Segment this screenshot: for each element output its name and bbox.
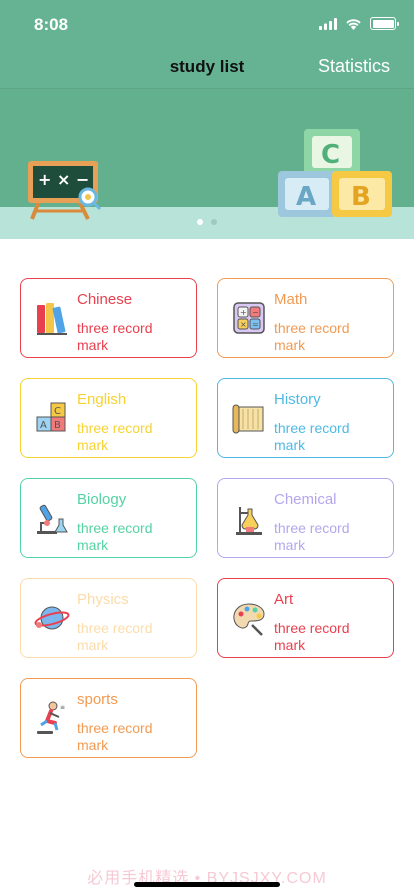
subject-card-chinese[interactable]: Chinese three record mark (20, 278, 197, 358)
subject-name: Physics (77, 591, 129, 608)
battery-icon (370, 17, 399, 30)
subject-record: three record mark (274, 520, 350, 553)
subject-record: three record mark (77, 520, 153, 553)
svg-text:B: B (351, 182, 371, 212)
subject-record: three record mark (77, 720, 153, 753)
subject-name: sports (77, 691, 118, 708)
palette-icon (233, 603, 265, 636)
blackboard-illustration-icon: + × − (28, 161, 102, 220)
books-icon (37, 303, 67, 335)
svg-text:A: A (296, 182, 316, 212)
planet-icon (34, 606, 70, 630)
carousel-dots (0, 219, 414, 225)
signal-icon (319, 17, 337, 30)
scroll-icon (232, 404, 264, 434)
subject-record: three record mark (77, 420, 153, 453)
svg-text:+: + (240, 308, 247, 317)
subject-record: three record mark (274, 420, 350, 453)
status-time: 8:08 (34, 15, 69, 34)
subject-card-biology[interactable]: Biology three record mark (20, 478, 197, 558)
abc-blocks-illustration-icon: C A B (278, 129, 392, 217)
subject-name: Chinese (77, 291, 133, 308)
subject-card-math[interactable]: + − × = Math three record mark (217, 278, 394, 358)
carousel-dot[interactable] (211, 219, 217, 225)
subject-name: Math (274, 291, 308, 308)
home-indicator[interactable] (134, 882, 280, 887)
status-icons (319, 17, 399, 30)
subject-card-sports[interactable]: ≡ sports three record mark (20, 678, 197, 758)
abc-blocks-icon: C A B (36, 402, 66, 432)
svg-text:A: A (40, 420, 47, 431)
runner-icon: ≡ (37, 701, 65, 734)
subject-name: English (77, 391, 127, 408)
subject-card-history[interactable]: History three record mark (217, 378, 394, 458)
svg-text:≡: ≡ (60, 704, 65, 711)
svg-text:×: × (240, 320, 247, 329)
svg-text:=: = (252, 320, 259, 329)
carousel-dot[interactable] (197, 219, 203, 225)
svg-text:C: C (54, 406, 61, 417)
svg-text:B: B (54, 420, 61, 431)
subject-card-physics[interactable]: Physics three record mark (20, 578, 197, 658)
subject-name: Biology (77, 491, 127, 508)
flask-icon (236, 507, 262, 535)
subject-record: three record mark (274, 320, 350, 353)
wifi-icon (346, 18, 361, 30)
svg-text:C: C (321, 140, 340, 170)
microscope-icon (37, 504, 68, 534)
statistics-button[interactable]: Statistics (318, 56, 390, 77)
app-header: 8:08 study list Statistics (0, 0, 414, 89)
subject-name: Art (274, 591, 294, 608)
banner-carousel[interactable]: + × − C A B (0, 89, 414, 239)
subject-name: Chemical (274, 491, 337, 508)
subject-card-chemical[interactable]: Chemical three record mark (217, 478, 394, 558)
calculator-icon: + − × = (233, 302, 265, 334)
subject-record: three record mark (274, 620, 350, 653)
svg-text:+ × −: + × − (38, 170, 89, 189)
subject-name: History (274, 391, 321, 408)
subject-card-art[interactable]: Art three record mark (217, 578, 394, 658)
subject-record: three record mark (77, 620, 153, 653)
subject-record: three record mark (77, 320, 153, 353)
svg-text:−: − (252, 308, 259, 317)
subject-card-english[interactable]: C A B English three record mark (20, 378, 197, 458)
